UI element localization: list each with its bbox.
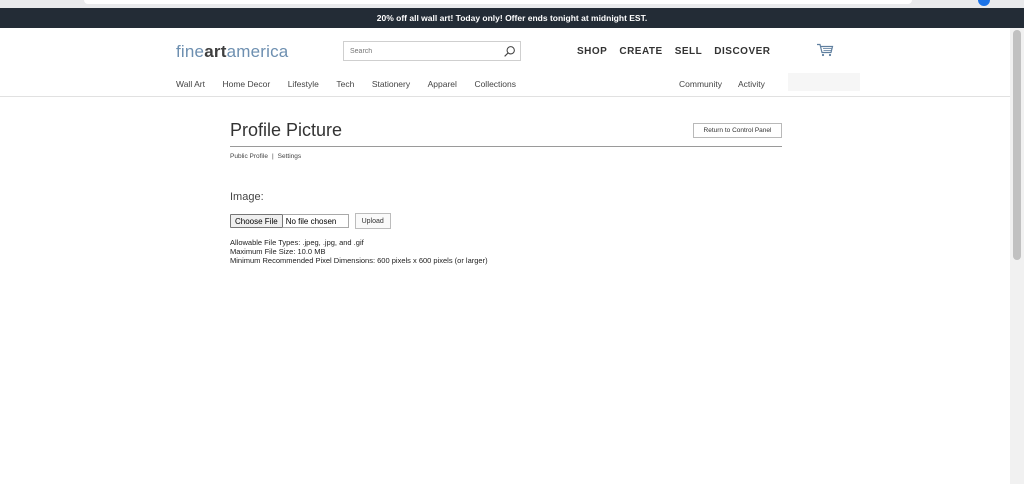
breadcrumb-public-profile[interactable]: Public Profile <box>230 153 268 160</box>
user-menu[interactable] <box>788 73 860 91</box>
browser-chrome <box>0 0 1024 8</box>
browser-profile-icon[interactable] <box>978 0 990 6</box>
file-upload-row: Choose File No file chosen Upload <box>230 213 391 229</box>
subnav-collections[interactable]: Collections <box>474 79 516 89</box>
file-status: No file chosen <box>282 214 349 228</box>
max-file-size: Maximum File Size: 10.0 MB <box>230 247 326 256</box>
nav-shop[interactable]: SHOP <box>577 46 607 57</box>
search-box[interactable] <box>343 41 521 61</box>
image-label: Image: <box>230 191 264 203</box>
main-nav: SHOP CREATE SELL DISCOVER <box>577 46 783 57</box>
nav-create[interactable]: CREATE <box>619 46 662 57</box>
subnav-tech[interactable]: Tech <box>336 79 354 89</box>
page-title: Profile Picture <box>230 120 343 140</box>
allowed-file-types: Allowable File Types: .jpeg, .jpg, and .… <box>230 238 364 247</box>
logo-text-america[interactable]: america <box>227 42 289 61</box>
logo-text-art[interactable]: art <box>204 42 226 61</box>
community-nav: Community Activity <box>679 79 781 89</box>
breadcrumb: Public Profile | Settings <box>230 153 301 160</box>
breadcrumb-separator: | <box>271 153 274 160</box>
choose-file-button[interactable]: Choose File <box>230 214 283 228</box>
subnav-lifestyle[interactable]: Lifestyle <box>288 79 319 89</box>
subnav-apparel[interactable]: Apparel <box>428 79 457 89</box>
upload-requirements: Allowable File Types: .jpeg, .jpg, and .… <box>230 238 488 265</box>
search-input[interactable] <box>350 45 500 57</box>
site-logo[interactable]: fineartamerica <box>176 42 288 62</box>
subnav-activity[interactable]: Activity <box>738 79 765 89</box>
page-scrollbar[interactable] <box>1010 28 1024 484</box>
cart-icon[interactable] <box>816 43 834 57</box>
breadcrumb-settings[interactable]: Settings <box>278 153 302 160</box>
subnav-stationery[interactable]: Stationery <box>372 79 410 89</box>
browser-tabstrip <box>84 0 912 4</box>
nav-discover[interactable]: DISCOVER <box>714 46 770 57</box>
subnav-home-decor[interactable]: Home Decor <box>222 79 270 89</box>
min-pixel-dimensions: Minimum Recommended Pixel Dimensions: 60… <box>230 256 488 265</box>
return-to-control-panel-button[interactable]: Return to Control Panel <box>693 123 782 138</box>
promo-banner[interactable]: 20% off all wall art! Today only! Offer … <box>0 8 1024 28</box>
upload-button[interactable]: Upload <box>354 213 391 229</box>
site-header: fineartamerica SHOP CREATE SELL DISCOVER… <box>0 28 1010 97</box>
scrollbar-thumb[interactable] <box>1013 30 1021 260</box>
logo-text-fine[interactable]: fine <box>176 42 204 61</box>
nav-sell[interactable]: SELL <box>675 46 703 57</box>
promo-text[interactable]: 20% off all wall art! Today only! Offer … <box>377 13 647 23</box>
subnav-wall-art[interactable]: Wall Art <box>176 79 205 89</box>
category-nav: Wall Art Home Decor Lifestyle Tech Stati… <box>176 79 534 89</box>
title-divider <box>230 146 782 147</box>
search-icon[interactable] <box>503 45 516 58</box>
subnav-community[interactable]: Community <box>679 79 722 89</box>
